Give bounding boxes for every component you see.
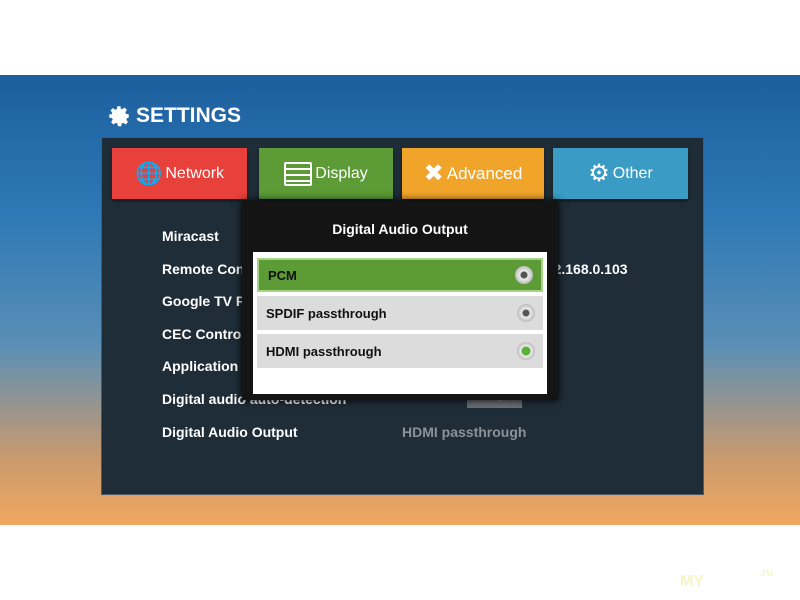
radio-spdif[interactable] — [517, 304, 535, 322]
tab-other[interactable]: ⚙ Other — [553, 148, 688, 199]
radio-hdmi[interactable] — [517, 342, 535, 360]
digital-audio-output-dialog: Digital Audio Output PCM SPDIF passthrou… — [242, 201, 558, 400]
option-spdif[interactable]: SPDIF passthrough — [257, 296, 543, 330]
setting-miracast[interactable]: Miracast — [162, 228, 219, 244]
globe-icon: 🌐 — [134, 160, 163, 186]
tab-display[interactable]: Display — [259, 148, 393, 199]
option-hdmi[interactable]: HDMI passthrough — [257, 334, 543, 368]
gear-icon — [109, 106, 129, 127]
tab-advanced[interactable]: ✖ Advanced — [402, 148, 544, 199]
settings-title: SETTINGS — [136, 104, 242, 127]
sliders-icon — [284, 161, 313, 186]
setting-digital-audio-output[interactable]: Digital Audio Output — [162, 424, 298, 440]
setting-cec-control[interactable]: CEC Control — [162, 326, 245, 342]
tools-icon: ✖ — [423, 160, 444, 187]
tab-network[interactable]: 🌐 Network — [112, 148, 247, 199]
radio-pcm[interactable] — [515, 266, 533, 284]
watermark-logo: MY .ru — [680, 567, 774, 590]
option-list: PCM SPDIF passthrough HDMI passthrough — [253, 252, 547, 394]
page-title: SETTINGS — [106, 103, 241, 129]
digital-audio-output-value: HDMI passthrough — [402, 424, 527, 440]
option-pcm[interactable]: PCM — [257, 258, 543, 292]
gear-icon: ⚙ — [588, 160, 610, 187]
dialog-title: Digital Audio Output — [332, 221, 468, 237]
